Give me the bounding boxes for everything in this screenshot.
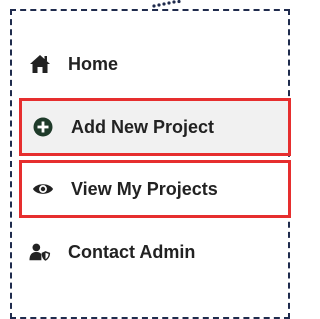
sidebar-item-label: View My Projects [71, 178, 218, 199]
decorative-dots [152, 0, 181, 8]
sidebar-item-home[interactable]: Home [16, 34, 286, 94]
plus-circle-icon [32, 116, 54, 138]
home-icon [29, 53, 51, 75]
sidebar-item-add-new-project[interactable]: Add New Project [19, 98, 291, 156]
sidebar-item-label: Home [68, 53, 119, 74]
user-shield-icon [29, 241, 51, 263]
sidebar-item-label: Contact Admin [68, 241, 196, 262]
eye-icon [32, 178, 54, 200]
sidebar-item-label: Add New Project [71, 116, 215, 137]
sidebar-item-contact-admin[interactable]: Contact Admin [16, 222, 286, 282]
sidebar-item-view-my-projects[interactable]: View My Projects [19, 160, 291, 218]
sidebar-nav: Home Add New Project View My Projects Co… [16, 34, 291, 286]
